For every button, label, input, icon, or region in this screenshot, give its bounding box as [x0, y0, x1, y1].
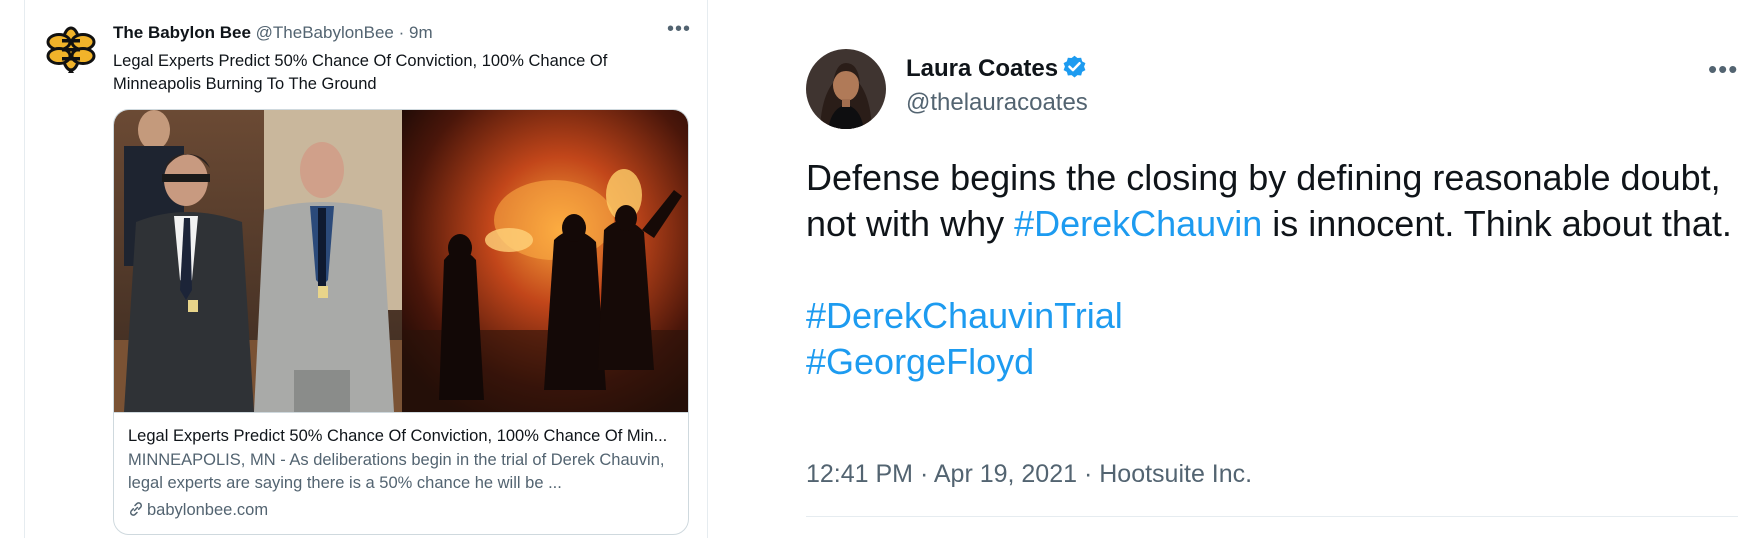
tweet-metadata: 12:41 PM · Apr 19, 2021 · Hootsuite Inc. [806, 458, 1252, 490]
more-icon: ••• [667, 18, 692, 40]
link-card[interactable]: Legal Experts Predict 50% Chance Of Conv… [113, 109, 689, 535]
tweet-header: Laura Coates [906, 54, 1088, 84]
tweet-text-part: is innocent. Think about that. [1262, 203, 1732, 244]
card-description: MINNEAPOLIS, MN - As deliberations begin… [128, 451, 665, 492]
user-handle[interactable]: @thelauracoates [906, 88, 1088, 118]
profile-photo [806, 49, 886, 129]
laura-coates-avatar[interactable] [806, 49, 886, 129]
hashtag-list: #DerekChauvinTrial #GeorgeFloyd [806, 293, 1736, 385]
babylon-bee-tweet[interactable]: The Babylon Bee @TheBabylonBee · 9m ••• … [24, 0, 708, 538]
tweet-paragraph: Defense begins the closing by defining r… [806, 155, 1736, 247]
tweet-source[interactable]: Hootsuite Inc. [1099, 460, 1252, 488]
card-title[interactable]: Legal Experts Predict 50% Chance Of Conv… [128, 425, 674, 447]
separator-dot: · [1077, 460, 1100, 488]
hashtag-link[interactable]: #DerekChauvinTrial [806, 295, 1123, 336]
user-handle[interactable]: @TheBabylonBee [256, 23, 394, 42]
babylon-bee-avatar[interactable] [45, 22, 97, 74]
tweet-text: Legal Experts Predict 50% Chance Of Conv… [113, 52, 608, 93]
tweet-text: Defense begins the closing by defining r… [806, 155, 1736, 385]
tweet-time[interactable]: 12:41 PM [806, 460, 913, 488]
display-name[interactable]: Laura Coates [906, 55, 1058, 82]
card-domain[interactable]: babylonbee.com [128, 499, 268, 521]
separator-dot: · [398, 23, 405, 42]
more-options-button[interactable]: ••• [1708, 54, 1738, 85]
tweet-header: The Babylon Bee @TheBabylonBee · 9m [113, 22, 433, 44]
hashtag-link[interactable]: #GeorgeFloyd [806, 341, 1034, 382]
hashtag-link[interactable]: #DerekChauvin [1014, 203, 1262, 244]
more-icon: ••• [1708, 54, 1739, 84]
verified-badge-icon [1063, 55, 1086, 78]
divider [806, 516, 1738, 517]
display-name[interactable]: The Babylon Bee [113, 23, 251, 42]
more-options-button[interactable]: ••• [667, 18, 691, 41]
tweet-time[interactable]: 9m [409, 23, 433, 42]
card-domain-text: babylonbee.com [147, 501, 269, 519]
bee-logo-icon [46, 22, 96, 74]
card-image [114, 110, 688, 412]
tweet-date[interactable]: Apr 19, 2021 [934, 460, 1077, 488]
separator-dot: · [913, 460, 934, 488]
card-body: Legal Experts Predict 50% Chance Of Conv… [114, 412, 688, 534]
link-icon [130, 502, 142, 516]
